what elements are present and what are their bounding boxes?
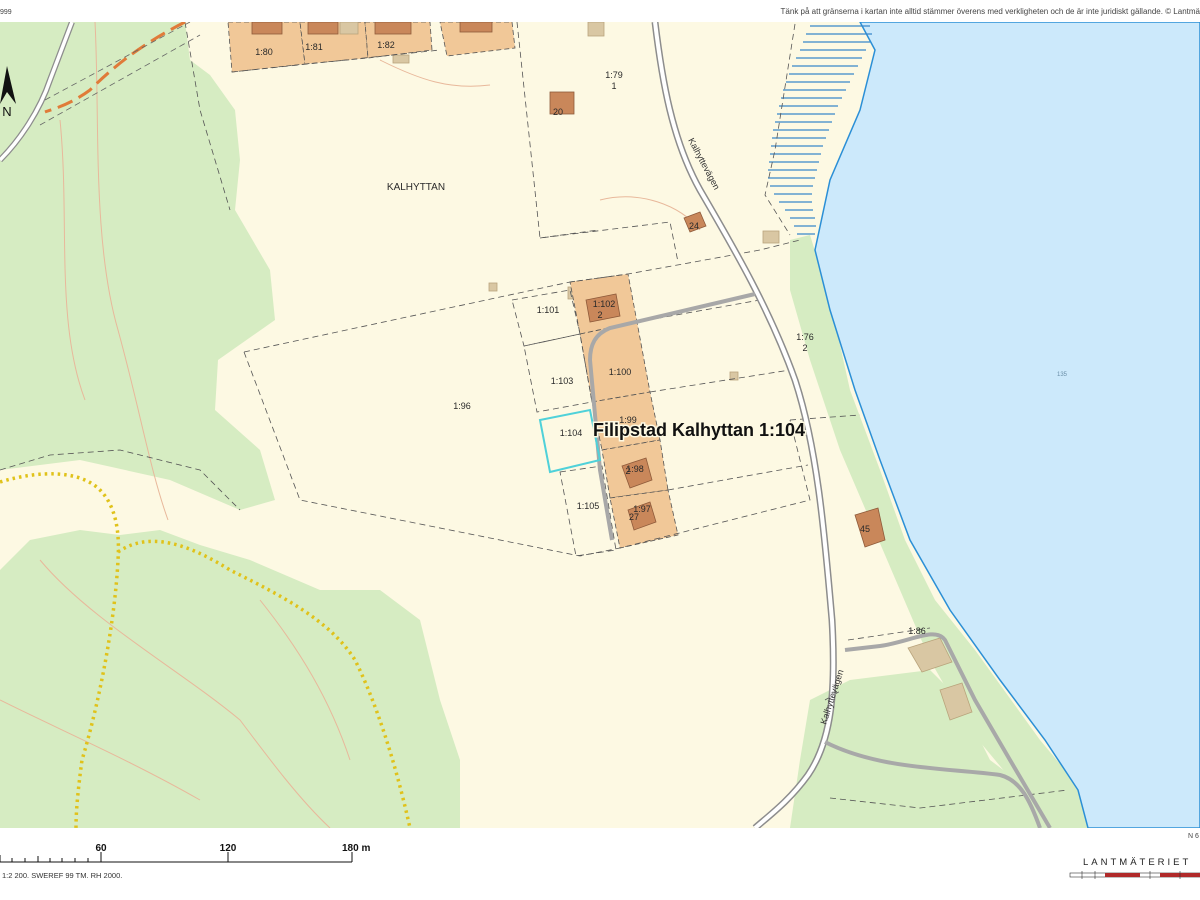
parcel-label: 1:101 bbox=[537, 305, 560, 315]
address-label: 24 bbox=[689, 221, 699, 231]
address-label: 20 bbox=[553, 107, 563, 117]
parcel-label: 1:82 bbox=[377, 40, 395, 50]
scale-label-120: 120 bbox=[220, 843, 237, 854]
parcel-label: 1:105 bbox=[577, 501, 600, 511]
map[interactable]: KALHYTTAN Kalhyttevägen Kalhyttevägen 13… bbox=[0, 0, 1200, 900]
parcel-label: 1:100 bbox=[609, 367, 632, 377]
address-label: 2 bbox=[802, 343, 807, 353]
north-label: N bbox=[2, 104, 11, 119]
parcel-label: 1:104 bbox=[560, 428, 583, 438]
parcel-label: 1:79 bbox=[605, 70, 623, 80]
parcel-label: 1:81 bbox=[305, 42, 323, 52]
coordinate-fragment: N 6 bbox=[1188, 833, 1199, 840]
address-label: 1 bbox=[611, 81, 616, 91]
scale-info: 1:2 200. SWEREF 99 TM. RH 2000. bbox=[2, 871, 122, 880]
place-name-label: KALHYTTAN bbox=[387, 182, 445, 193]
parcel-label: 1:80 bbox=[255, 47, 273, 57]
parcel-label: 1:76 bbox=[796, 332, 814, 342]
parcel-label: 1:103 bbox=[551, 376, 574, 386]
scale-label-180: 180 m bbox=[342, 843, 370, 854]
parcel-label: 1:102 bbox=[593, 299, 616, 309]
lake-label: 135 bbox=[1057, 372, 1068, 378]
parcel-label: 1:86 bbox=[908, 626, 926, 636]
address-label: 2 bbox=[625, 466, 630, 476]
address-label: 27 bbox=[629, 512, 639, 522]
property-title: Filipstad Kalhyttan 1:104 bbox=[593, 420, 805, 440]
address-label: 2 bbox=[597, 310, 602, 320]
parcel-label: 1:96 bbox=[453, 401, 471, 411]
footer-area bbox=[0, 828, 1200, 900]
disclaimer-text: Tänk på att gränserna i kartan inte allt… bbox=[781, 7, 1200, 16]
header-left-fragment: 999 bbox=[0, 9, 12, 16]
address-label: 45 bbox=[860, 524, 870, 534]
brand-logo-text: LANTMÄTERIET bbox=[1083, 857, 1191, 868]
scale-label-60: 60 bbox=[95, 843, 107, 854]
